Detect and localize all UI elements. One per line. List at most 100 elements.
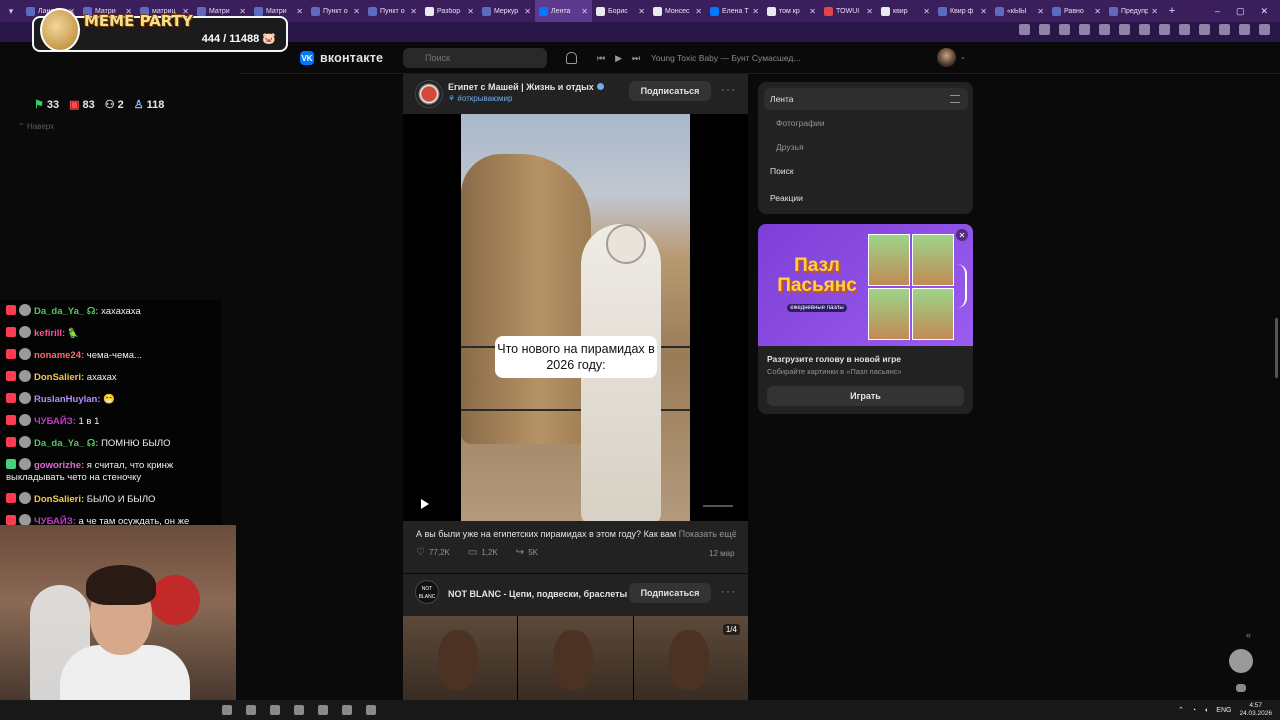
taskbar-app-icon[interactable] [366,705,376,715]
gallery-photo[interactable]: 1/4 [633,616,748,700]
browser-tab[interactable]: Разбор ✕ [421,0,478,22]
menu-item-feed[interactable]: Лента [764,88,968,110]
close-tab-icon[interactable]: ✕ [866,7,873,16]
extensions-puzzle-icon[interactable] [1219,24,1230,35]
chat-username[interactable]: ЧУБАЙЗ: [34,416,76,427]
close-tab-icon[interactable]: ✕ [695,7,702,16]
profile-icon[interactable] [1239,24,1250,35]
gallery-photo[interactable] [518,616,633,700]
minimize-button[interactable]: – [1215,6,1220,16]
play-icon[interactable] [421,499,429,509]
browser-tab[interactable]: Елена Т ✕ [706,0,763,22]
taskbar-app-icon[interactable] [294,705,304,715]
browser-menu-icon[interactable] [1259,24,1270,35]
share-button[interactable]: ↪ 5K [516,547,538,558]
chat-username[interactable]: Da_da_Ya_ ☊: [34,306,98,317]
browser-tab[interactable]: Монсес ✕ [649,0,706,22]
taskbar-app-icon[interactable] [246,705,256,715]
menu-item-search[interactable]: Поиск [764,160,968,182]
browser-tab[interactable]: TOWUI ✕ [820,0,877,22]
ad-banner[interactable]: Пазл Пасьянс ежедневные пазлы [758,224,973,346]
back-to-top-link[interactable]: ⌃ Наверх [18,122,54,131]
author-avatar[interactable] [415,80,443,108]
close-tab-icon[interactable]: ✕ [410,7,417,16]
more-options-icon[interactable]: ··· [721,82,736,96]
chat-username[interactable]: noname24: [34,350,84,361]
close-tab-icon[interactable]: ✕ [752,7,759,16]
browser-tab[interactable]: «кЫЫ ✕ [991,0,1048,22]
browser-tab[interactable]: Борис ✕ [592,0,649,22]
taskbar-app-icon[interactable] [342,705,352,715]
chevron-down-icon[interactable]: ⌄ [960,53,966,61]
extension-icon[interactable] [1139,24,1150,35]
author-avatar[interactable]: NOT BLANC [415,580,439,604]
chat-username[interactable]: Da_da_Ya_ ☊: [34,438,98,449]
chat-username[interactable]: RuslanHuylan: [34,394,101,405]
close-tab-icon[interactable]: ✕ [1094,7,1101,16]
extension-icon[interactable] [1099,24,1110,35]
play-icon[interactable]: ▶ [615,53,622,64]
bookmark-star-icon[interactable] [1019,24,1030,35]
subscribe-button[interactable]: Подписаться [629,81,711,101]
subscribe-button[interactable]: Подписаться [629,583,711,603]
search-input[interactable] [403,48,547,68]
extension-icon[interactable] [1199,24,1210,35]
browser-tab[interactable]: Предупре✕ [1105,0,1162,22]
tray-icon[interactable]: ⌃ [1178,706,1184,714]
extension-icon[interactable] [1159,24,1170,35]
play-button[interactable]: Играть [767,386,964,406]
next-track-icon[interactable]: ⏭ [632,53,640,64]
close-tab-icon[interactable]: ✕ [809,7,816,16]
post-author[interactable]: Египет с Машей | Жизнь и отдых [448,82,604,92]
filter-icon[interactable] [950,95,960,103]
extension-icon[interactable] [1039,24,1050,35]
close-tab-icon[interactable]: ✕ [296,7,303,16]
chat-username[interactable]: goworizhe: [34,460,84,471]
close-tab-icon[interactable]: ✕ [239,7,246,16]
more-options-icon[interactable]: ··· [721,584,736,598]
post-video[interactable]: Что нового на пирамидах в 2026 году: [403,114,748,521]
photo-gallery[interactable]: 1/4 [403,616,748,700]
close-tab-icon[interactable]: ✕ [638,7,645,16]
menu-item-photos[interactable]: Фотографии [764,112,968,134]
language-indicator[interactable]: ENG [1216,707,1231,714]
tab-search-menu-icon[interactable]: ▾ [0,0,22,22]
taskbar-app-icon[interactable] [318,705,328,715]
close-tab-icon[interactable]: ✕ [923,7,930,16]
close-tab-icon[interactable]: ✕ [467,7,474,16]
close-window-button[interactable]: ✕ [1260,6,1268,17]
comment-button[interactable]: ▭ 1,2K [468,547,498,558]
browser-tab[interactable]: Пункт о ✕ [307,0,364,22]
browser-tab[interactable]: Пункт о ✕ [364,0,421,22]
close-tab-icon[interactable]: ✕ [1151,7,1158,16]
post-author-name[interactable]: Египет с Машей | Жизнь и отдых [448,82,594,92]
menu-item-reactions[interactable]: Реакции [764,187,968,209]
post-author[interactable]: NOT BLANC - Цепи, подвески, браслеты [448,589,627,599]
close-tab-icon[interactable]: ✕ [581,7,588,16]
browser-tab[interactable]: том кр ✕ [763,0,820,22]
browser-tab[interactable]: Меркур ✕ [478,0,535,22]
video-progress-bar[interactable] [703,505,733,507]
maximize-button[interactable]: ▢ [1236,6,1245,17]
close-icon[interactable]: ✕ [956,229,968,241]
browser-tab[interactable]: Равно ✕ [1048,0,1105,22]
close-tab-icon[interactable]: ✕ [980,7,987,16]
current-track[interactable]: Young Toxic Baby — Бунт Сумасшед... [651,53,800,63]
chat-bubble-icon[interactable] [1236,684,1246,692]
extension-icon[interactable] [1079,24,1090,35]
taskbar-app-icon[interactable] [270,705,280,715]
notifications-bell-icon[interactable] [566,52,577,64]
collapse-icon[interactable]: « [1246,630,1251,640]
system-clock[interactable]: 4:57 24.03.2026 [1239,702,1272,718]
messenger-avatar[interactable] [1229,649,1253,673]
page-scrollbar[interactable] [1275,318,1278,378]
extension-icon[interactable] [1059,24,1070,35]
extension-icon[interactable] [1179,24,1190,35]
chat-username[interactable]: kefirill: [34,328,65,339]
extension-icon[interactable] [1119,24,1130,35]
browser-tab[interactable]: Квир ф ✕ [934,0,991,22]
like-button[interactable]: ♡ 77,2K [416,547,450,558]
user-avatar[interactable] [937,48,956,67]
chat-username[interactable]: DonSalieri: [34,494,84,505]
browser-tab[interactable]: Лента ✕ [535,0,592,22]
